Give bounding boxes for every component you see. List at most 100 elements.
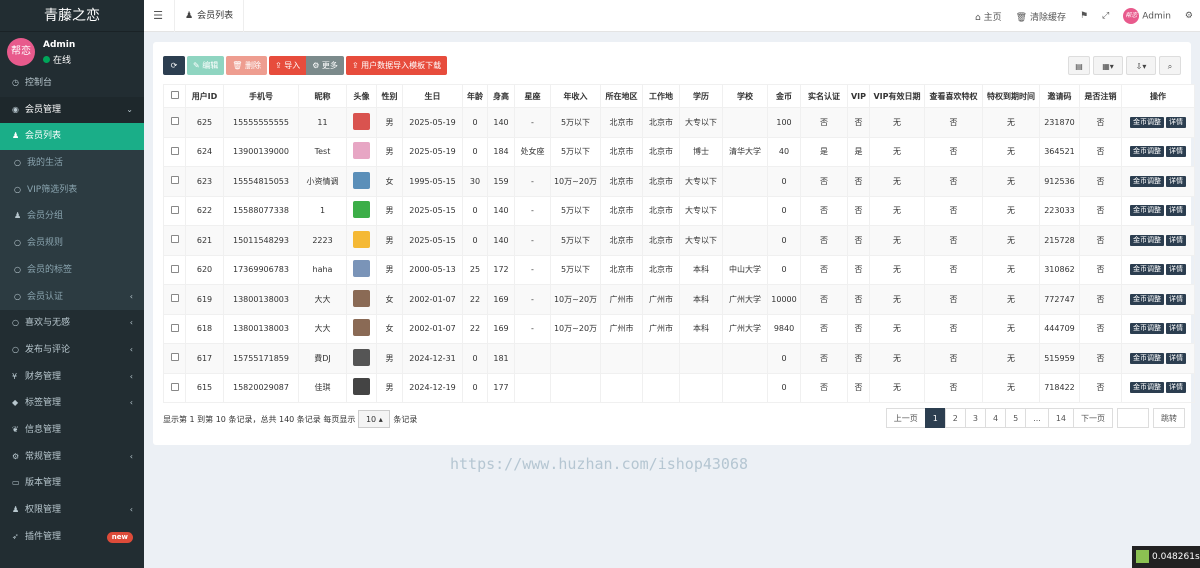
page-button-6[interactable]: 14: [1047, 408, 1074, 428]
edit-button[interactable]: ✎ 编辑: [187, 56, 225, 75]
table-row[interactable]: 618 13800138003 大大女 2002-01-07 22 169-10万~20万…: [163, 313, 1195, 344]
column-header[interactable]: 操作: [1121, 84, 1195, 108]
column-header[interactable]: 特权到期时间: [982, 84, 1040, 108]
detail-button[interactable]: 详情: [1166, 175, 1186, 187]
avatar[interactable]: [353, 142, 370, 160]
sidebar-item-2[interactable]: ♟ 会员列表: [0, 123, 144, 151]
sidebar-item-3[interactable]: ○ 我的生活: [0, 150, 144, 177]
row-checkbox[interactable]: [163, 372, 186, 403]
table-row[interactable]: 623 15554815053 小资情调女 1995-05-15 30 159-10万~2…: [163, 166, 1195, 197]
sidebar-item-11[interactable]: ¥ 财务管理 ‹: [0, 364, 144, 391]
table-row[interactable]: 617 15755171859 費DJ 男 2024-12-31 0 181 0 否否无否无 51…: [163, 343, 1195, 374]
coin-adjust-button[interactable]: 金币调整: [1130, 175, 1164, 187]
coin-adjust-button[interactable]: 金币调整: [1130, 234, 1164, 246]
tab-member-list[interactable]: ♟ 会员列表: [174, 0, 245, 32]
row-checkbox[interactable]: [163, 284, 186, 315]
table-row[interactable]: 620 17369906783 haha 男 2000-05-13 25 172-5万以下北…: [163, 254, 1195, 285]
row-checkbox[interactable]: [163, 254, 186, 285]
more-button[interactable]: ⚙ 更多: [306, 56, 344, 75]
table-row[interactable]: 624 13900139000 Test 男 2025-05-19 0 184 处女座 5万以下…: [163, 136, 1195, 167]
table-row[interactable]: 615 15820029087 佳琪男 2024-12-19 0 177 0 否否无否无 718…: [163, 372, 1195, 403]
app-logo[interactable]: 青藤之恋: [0, 0, 144, 32]
row-checkbox[interactable]: [163, 166, 186, 197]
avatar[interactable]: [353, 348, 370, 366]
table-row[interactable]: 625 15555555555 11 男 2025-05-19 0 140-5万以下 北京市北…: [163, 107, 1195, 138]
import-button[interactable]: ⇪ 导入: [268, 56, 307, 75]
jump-button[interactable]: 跳转: [1153, 408, 1185, 428]
sidebar-item-1[interactable]: ◉ 会员管理 ⌄: [0, 96, 144, 124]
sidebar-item-4[interactable]: ○ VIP筛选列表: [0, 176, 144, 204]
sidebar-item-12[interactable]: ◆ 标签管理 ‹: [0, 390, 144, 417]
avatar[interactable]: [353, 289, 370, 307]
avatar[interactable]: [353, 201, 370, 219]
table-row[interactable]: 619 13800138003 大大女 2002-01-07 22 169-10万~20万…: [163, 284, 1195, 315]
detail-button[interactable]: 详情: [1166, 146, 1186, 158]
clear-cache-link[interactable]: 🗑 清除缓存: [1016, 10, 1066, 23]
column-header[interactable]: 年龄: [462, 84, 488, 108]
sidebar-item-5[interactable]: ♟ 会员分组: [0, 203, 144, 231]
columns-icon[interactable]: ▦▾: [1093, 56, 1123, 75]
sidebar-item-13[interactable]: ❦ 信息管理: [0, 417, 144, 444]
coin-adjust-button[interactable]: 金币调整: [1130, 116, 1164, 128]
page-button-5[interactable]: ...: [1025, 408, 1049, 428]
sidebar-item-17[interactable]: ➶ 插件管理 new: [0, 524, 144, 551]
row-checkbox[interactable]: [163, 225, 186, 256]
table-row[interactable]: 622 15588077338 1 男 2025-05-15 0 140-5万以下 北京市 北京…: [163, 195, 1195, 226]
detail-button[interactable]: 详情: [1166, 352, 1186, 364]
sidebar-item-16[interactable]: ♟ 权限管理 ‹: [0, 497, 144, 524]
page-button-1[interactable]: 2: [944, 408, 966, 428]
coin-adjust-button[interactable]: 金币调整: [1130, 264, 1164, 276]
sidebar-item-6[interactable]: ○ 会员规则: [0, 230, 144, 257]
column-header[interactable]: 手机号: [223, 84, 299, 108]
select-all-checkbox[interactable]: [163, 84, 186, 108]
column-header[interactable]: 星座: [514, 84, 551, 108]
table-row[interactable]: 621 15011548293 2223 男 2025-05-15 0 140-5万以下 北京…: [163, 225, 1195, 256]
detail-button[interactable]: 详情: [1166, 116, 1186, 128]
column-header[interactable]: 身高: [487, 84, 515, 108]
coin-adjust-button[interactable]: 金币调整: [1130, 293, 1164, 305]
column-header[interactable]: 头像: [346, 84, 377, 108]
sidebar-item-14[interactable]: ⚙ 常规管理 ‹: [0, 444, 144, 471]
toggle-view-icon[interactable]: ▤: [1068, 56, 1090, 75]
row-checkbox[interactable]: [163, 195, 186, 226]
column-header[interactable]: 学历: [679, 84, 723, 108]
avatar[interactable]: [353, 260, 370, 278]
admin-menu[interactable]: 帮恋 Admin: [1123, 8, 1171, 24]
menu-toggle-icon[interactable]: ☰: [144, 0, 172, 32]
coin-adjust-button[interactable]: 金币调整: [1130, 323, 1164, 335]
refresh-button[interactable]: ⟳: [163, 56, 185, 75]
avatar[interactable]: [353, 319, 370, 337]
delete-button[interactable]: 🗑 删除: [226, 56, 267, 75]
column-header[interactable]: 所在地区: [600, 84, 643, 108]
column-header[interactable]: 邀请码: [1039, 84, 1080, 108]
row-checkbox[interactable]: [163, 313, 186, 344]
page-button-4[interactable]: 5: [1005, 408, 1027, 428]
coin-adjust-button[interactable]: 金币调整: [1130, 205, 1164, 217]
template-download-button[interactable]: ⇪ 用户数据导入模板下载: [345, 56, 448, 75]
sidebar-item-9[interactable]: ○ 喜欢与无感 ‹: [0, 310, 144, 337]
page-button-0[interactable]: 1: [924, 408, 946, 428]
gear-icon[interactable]: ⚙: [1185, 11, 1193, 21]
column-header[interactable]: 金币: [767, 84, 801, 108]
column-header[interactable]: VIP: [847, 84, 870, 108]
row-checkbox[interactable]: [163, 136, 186, 167]
prev-page-button[interactable]: 上一页: [885, 408, 926, 428]
language-icon[interactable]: ⚑: [1080, 11, 1088, 21]
coin-adjust-button[interactable]: 金币调整: [1130, 352, 1164, 364]
row-checkbox[interactable]: [163, 343, 186, 374]
column-header[interactable]: 性别: [376, 84, 403, 108]
detail-button[interactable]: 详情: [1166, 264, 1186, 276]
column-header[interactable]: 生日: [402, 84, 463, 108]
column-header[interactable]: 是否注销: [1079, 84, 1122, 108]
avatar[interactable]: [353, 112, 370, 130]
sidebar-item-7[interactable]: ○ 会员的标签: [0, 256, 144, 284]
detail-button[interactable]: 详情: [1166, 323, 1186, 335]
sidebar-item-15[interactable]: ▭ 版本管理: [0, 470, 144, 497]
detail-button[interactable]: 详情: [1166, 293, 1186, 305]
detail-button[interactable]: 详情: [1166, 234, 1186, 246]
avatar[interactable]: [353, 230, 370, 248]
column-header[interactable]: 用户ID: [185, 84, 224, 108]
column-header[interactable]: 工作地: [642, 84, 680, 108]
sidebar-item-8[interactable]: ○ 会员认证 ‹: [0, 283, 144, 311]
column-header[interactable]: VIP有效日期: [869, 84, 925, 108]
